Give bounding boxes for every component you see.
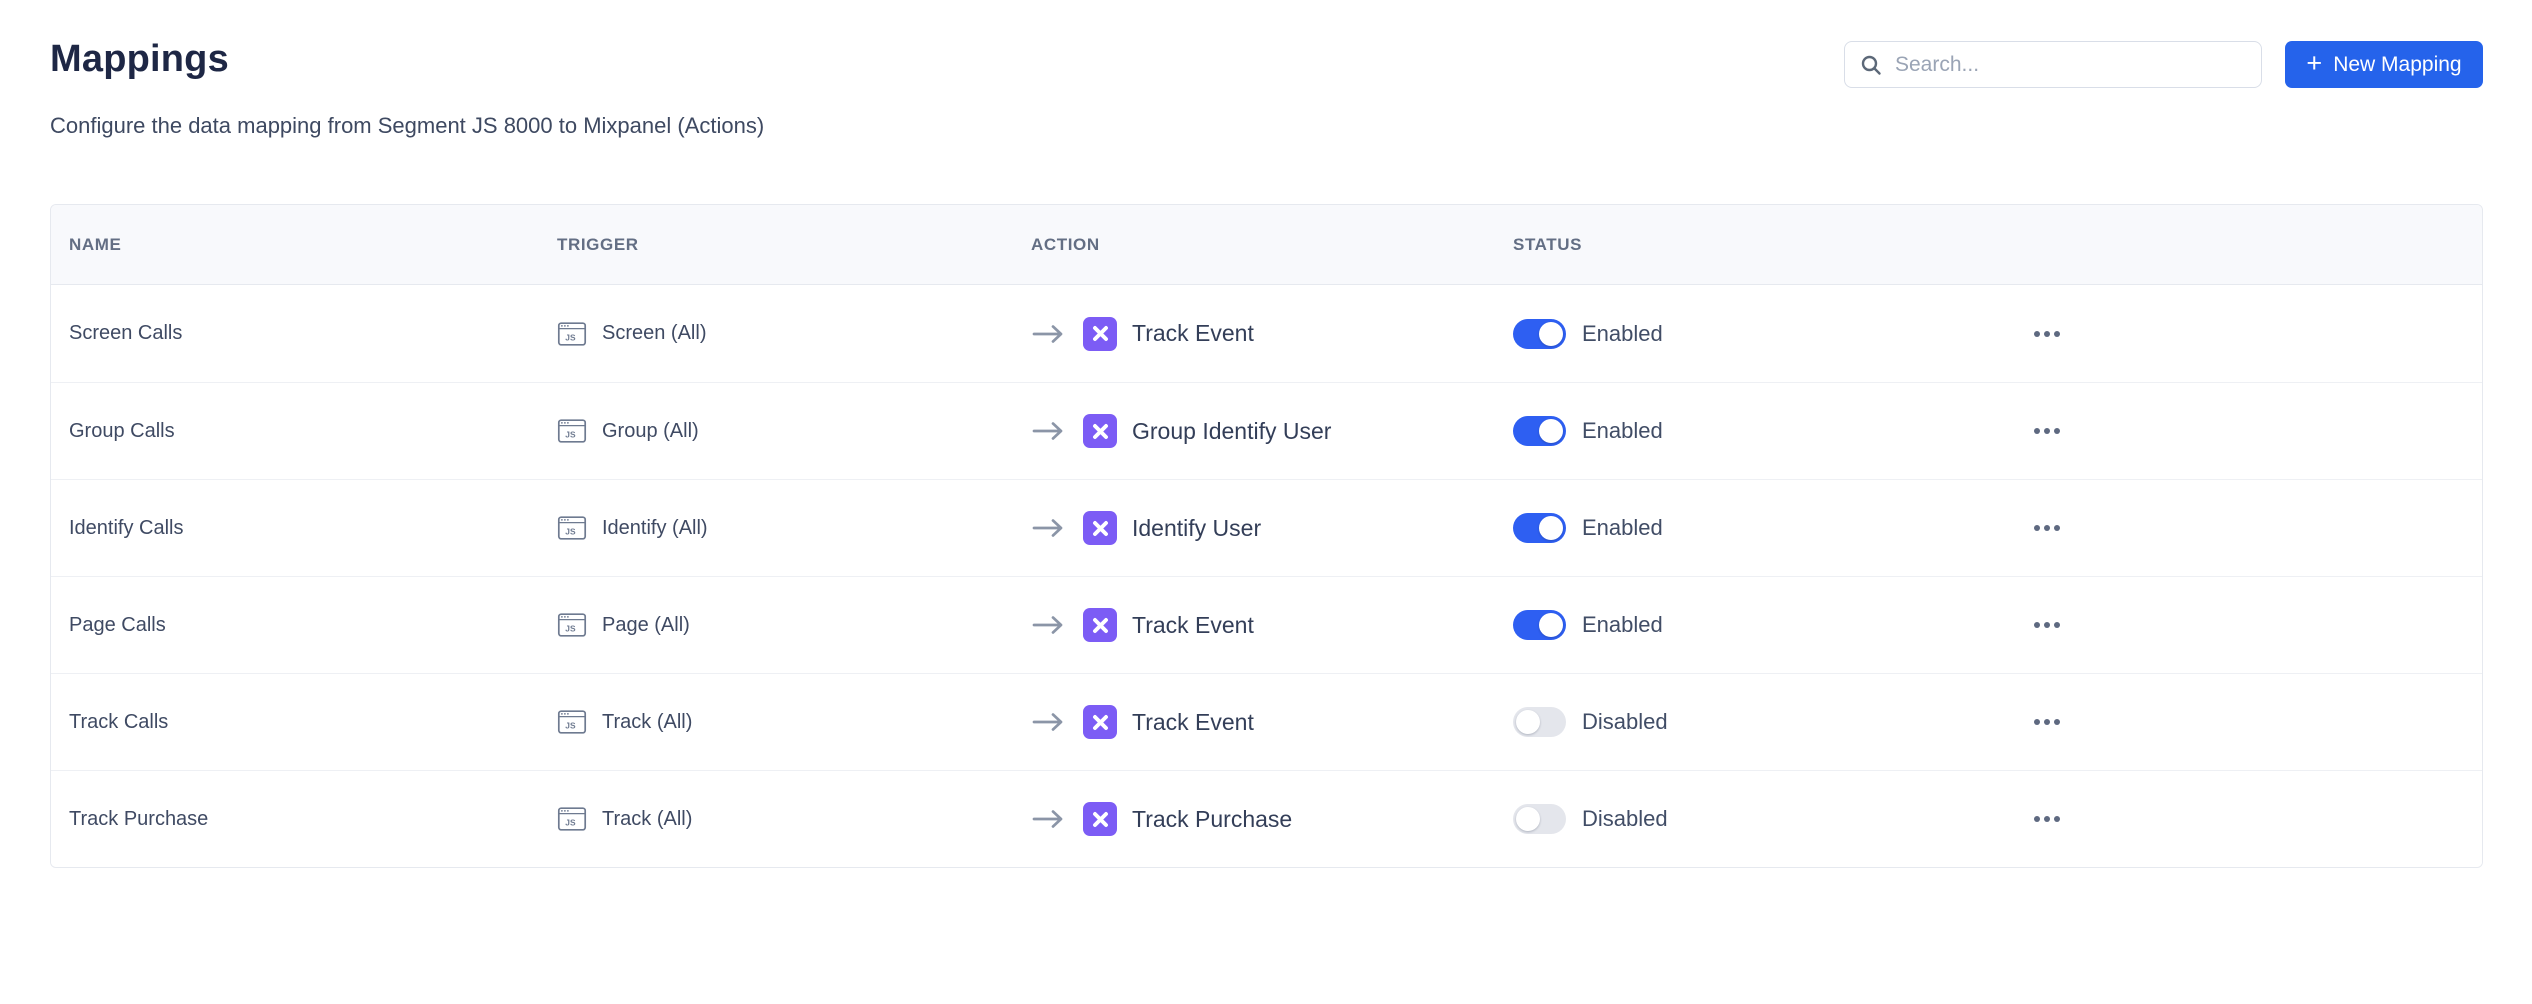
- mixpanel-x-icon: [1083, 414, 1117, 448]
- ellipsis-menu-button[interactable]: [2026, 808, 2068, 830]
- mapping-name: Identify Calls: [69, 517, 184, 540]
- js-browser-window-icon: JS: [557, 707, 587, 737]
- search-icon: [1859, 53, 1883, 77]
- arrow-right-icon: [1031, 322, 1065, 346]
- mappings-table: NAMETRIGGERACTIONSTATUS Screen Calls JS …: [50, 204, 2483, 868]
- new-mapping-button[interactable]: + New Mapping: [2285, 41, 2483, 88]
- column-header-action: ACTION: [1031, 235, 1513, 255]
- status-toggle[interactable]: [1513, 319, 1566, 349]
- mapping-name: Track Calls: [69, 711, 168, 734]
- table-row: Screen Calls JS Screen (All): [51, 285, 2482, 382]
- action-label: Track Event: [1132, 709, 1254, 736]
- arrow-right-icon: [1031, 613, 1065, 637]
- arrow-right-icon: [1031, 516, 1065, 540]
- action-label: Group Identify User: [1132, 418, 1331, 445]
- ellipsis-menu-button[interactable]: [2026, 420, 2068, 442]
- toggle-knob: [1539, 322, 1563, 346]
- trigger-label: Identify (All): [602, 517, 708, 540]
- trigger-label: Page (All): [602, 614, 690, 637]
- arrow-right-icon: [1031, 807, 1065, 831]
- action-label: Track Event: [1132, 320, 1254, 347]
- trigger-label: Track (All): [602, 711, 692, 734]
- js-browser-window-icon: JS: [557, 610, 587, 640]
- action-label: Track Event: [1132, 612, 1254, 639]
- svg-text:JS: JS: [565, 721, 576, 731]
- search-box: [1844, 41, 2262, 88]
- page-subtitle: Configure the data mapping from Segment …: [50, 113, 764, 139]
- js-browser-window-icon: JS: [557, 804, 587, 834]
- status-toggle[interactable]: [1513, 513, 1566, 543]
- table-row: Identify Calls JS Identify (All): [51, 479, 2482, 576]
- search-input[interactable]: [1895, 42, 2247, 87]
- toggle-knob: [1539, 613, 1563, 637]
- trigger-label: Screen (All): [602, 322, 706, 345]
- status-label: Disabled: [1582, 709, 1668, 735]
- status-toggle[interactable]: [1513, 416, 1566, 446]
- svg-text:JS: JS: [565, 527, 576, 537]
- table-header-row: NAMETRIGGERACTIONSTATUS: [51, 205, 2482, 285]
- table-body: Screen Calls JS Screen (All): [51, 285, 2482, 867]
- table-row: Track Purchase JS Track (All): [51, 770, 2482, 867]
- column-header-trigger: TRIGGER: [557, 235, 1031, 255]
- status-toggle[interactable]: [1513, 707, 1566, 737]
- toggle-knob: [1516, 710, 1540, 734]
- toggle-knob: [1539, 516, 1563, 540]
- table-row: Group Calls JS Group (All): [51, 382, 2482, 479]
- plus-icon: +: [2306, 50, 2322, 77]
- new-mapping-label: New Mapping: [2333, 53, 2461, 77]
- action-label: Identify User: [1132, 515, 1261, 542]
- page-title: Mappings: [50, 38, 229, 81]
- js-browser-window-icon: JS: [557, 513, 587, 543]
- status-toggle[interactable]: [1513, 804, 1566, 834]
- ellipsis-menu-button[interactable]: [2026, 323, 2068, 345]
- arrow-right-icon: [1031, 710, 1065, 734]
- status-toggle[interactable]: [1513, 610, 1566, 640]
- toggle-knob: [1539, 419, 1563, 443]
- ellipsis-menu-button[interactable]: [2026, 517, 2068, 539]
- ellipsis-menu-button[interactable]: [2026, 614, 2068, 636]
- mapping-name: Page Calls: [69, 614, 166, 637]
- svg-text:JS: JS: [565, 624, 576, 634]
- ellipsis-menu-button[interactable]: [2026, 711, 2068, 733]
- status-label: Enabled: [1582, 612, 1663, 638]
- trigger-label: Group (All): [602, 420, 699, 443]
- svg-text:JS: JS: [565, 818, 576, 828]
- mapping-name: Screen Calls: [69, 322, 182, 345]
- trigger-label: Track (All): [602, 808, 692, 831]
- mapping-name: Track Purchase: [69, 808, 208, 831]
- mixpanel-x-icon: [1083, 608, 1117, 642]
- status-label: Enabled: [1582, 418, 1663, 444]
- js-browser-window-icon: JS: [557, 319, 587, 349]
- toggle-knob: [1516, 807, 1540, 831]
- column-header-status: STATUS: [1513, 235, 1988, 255]
- mixpanel-x-icon: [1083, 317, 1117, 351]
- status-label: Enabled: [1582, 321, 1663, 347]
- column-header-name: NAME: [69, 235, 557, 255]
- mixpanel-x-icon: [1083, 802, 1117, 836]
- mapping-name: Group Calls: [69, 420, 175, 443]
- mixpanel-x-icon: [1083, 705, 1117, 739]
- svg-text:JS: JS: [565, 430, 576, 440]
- table-row: Track Calls JS Track (All): [51, 673, 2482, 770]
- table-row: Page Calls JS Page (All): [51, 576, 2482, 673]
- mixpanel-x-icon: [1083, 511, 1117, 545]
- arrow-right-icon: [1031, 419, 1065, 443]
- svg-text:JS: JS: [565, 332, 576, 342]
- action-label: Track Purchase: [1132, 806, 1292, 833]
- status-label: Enabled: [1582, 515, 1663, 541]
- js-browser-window-icon: JS: [557, 416, 587, 446]
- status-label: Disabled: [1582, 806, 1668, 832]
